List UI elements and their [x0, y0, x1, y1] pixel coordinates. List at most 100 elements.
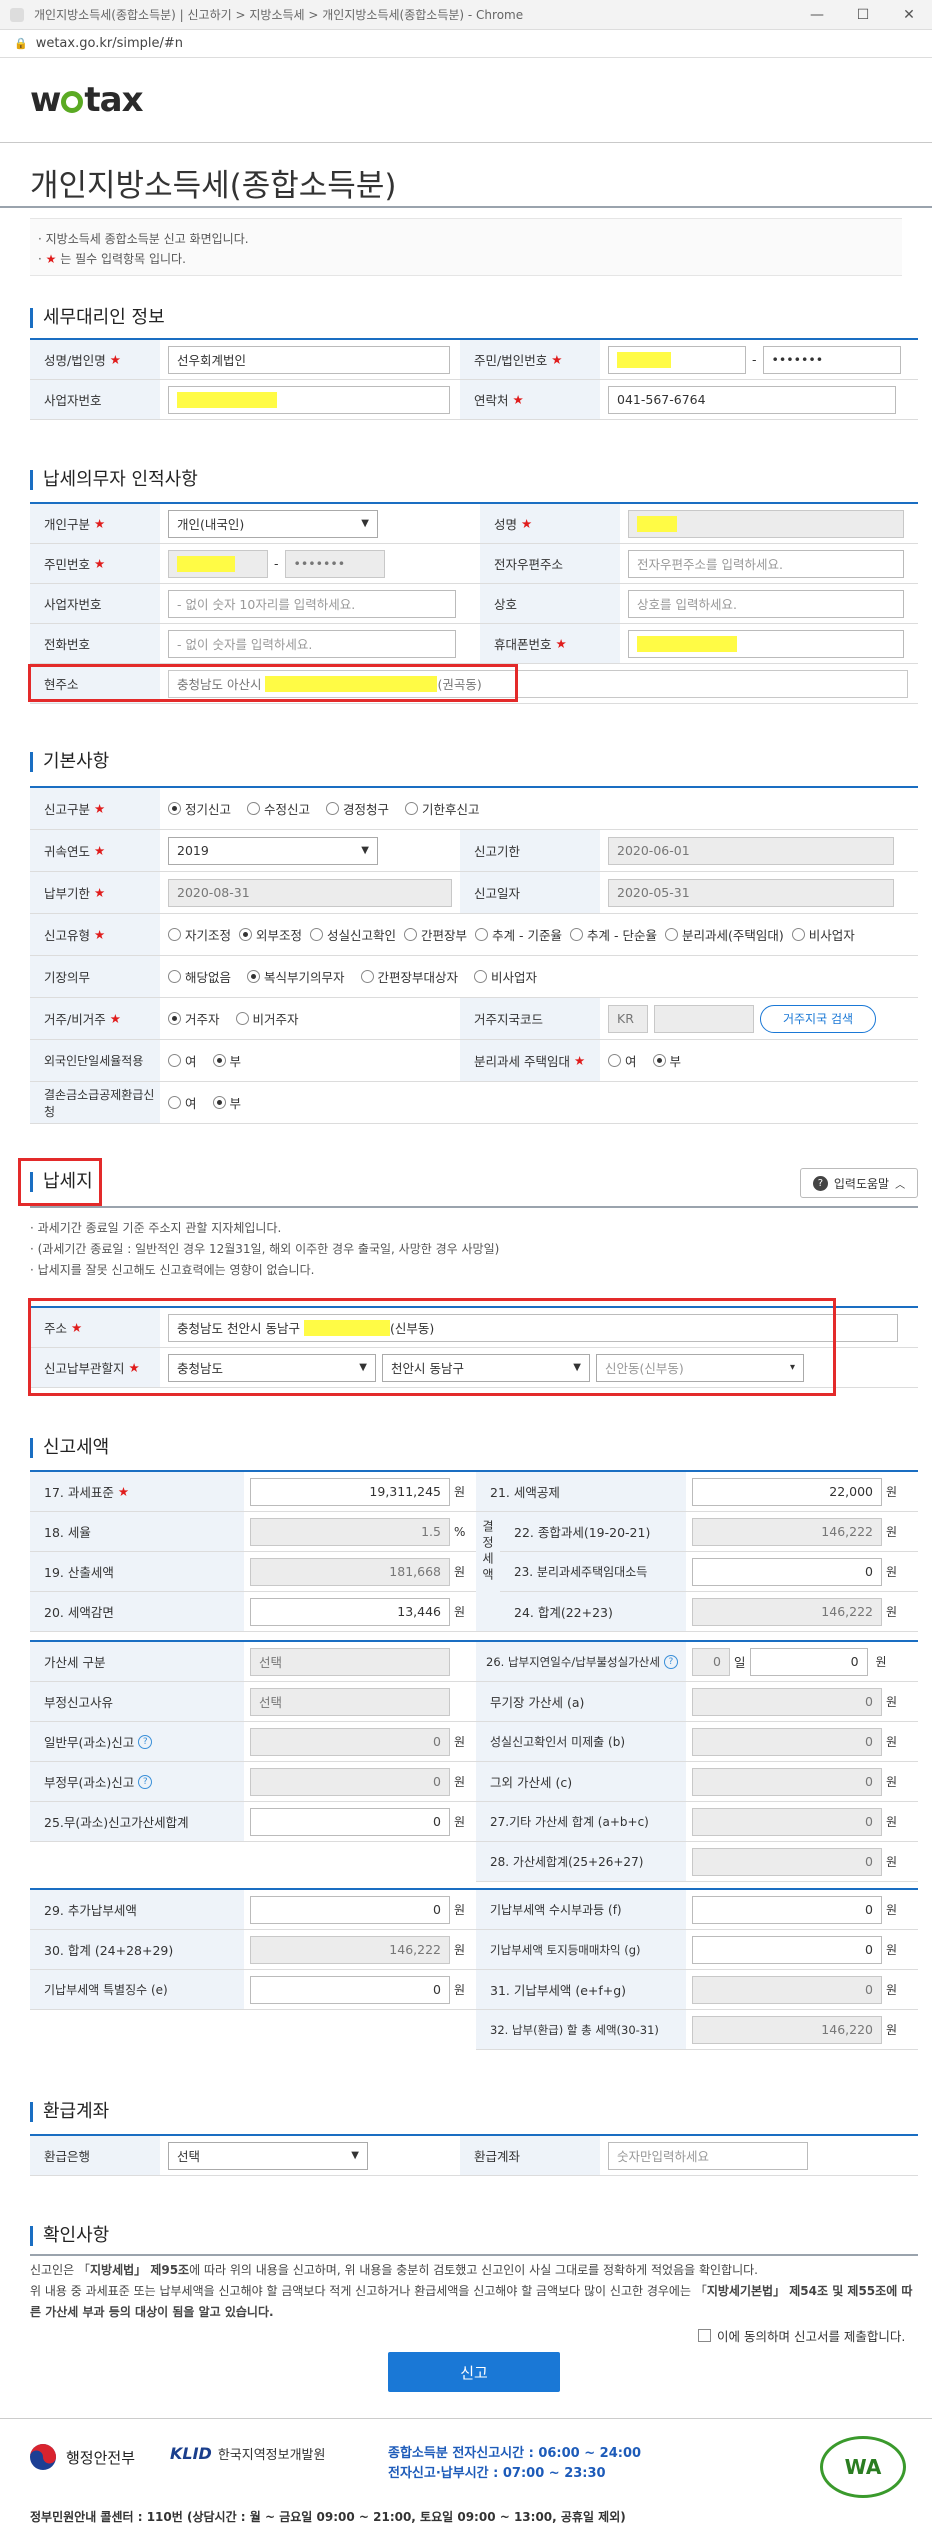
input-17[interactable]: 19,311,245	[250, 1477, 450, 1506]
pay-deadline-label: 납부기한 ★	[30, 872, 160, 913]
radio-kind-est-simple[interactable]: 추계 - 단순율	[570, 925, 657, 944]
radio-kind-est-base[interactable]: 추계 - 기준율	[475, 925, 562, 944]
taxpayer-type-label: 개인구분 ★	[30, 504, 160, 543]
service-hours: 종합소득분 전자신고시간 : 06:00 ~ 24:00 전자신고·납부시간 :…	[388, 2446, 642, 2481]
rent-sep-label: 분리과세 주택임대 ★	[460, 1040, 600, 1081]
agent-rrn-front-input[interactable]	[608, 345, 746, 374]
radio-foreign-no[interactable]: 부	[212, 1051, 241, 1070]
ministry-logo: 행정안전부	[28, 2442, 135, 2472]
address-bar[interactable]: 🔒 wetax.go.kr/simple/#n	[0, 30, 932, 58]
input-29[interactable]: 0	[250, 1895, 450, 1924]
masked-value	[637, 515, 677, 532]
input-22: 146,222	[692, 1517, 882, 1546]
agent-name-label: 성명/법인명 ★	[30, 340, 160, 379]
input-prepaid-f[interactable]: 0	[692, 1895, 882, 1924]
label-30: 30. 합계 (24+28+29)	[30, 1930, 244, 1969]
radio-book-nonbiz[interactable]: 비사업자	[474, 967, 537, 986]
taxpayer-type-select[interactable]: 개인(내국인) ▼	[168, 509, 378, 538]
radio-resident[interactable]: 거주자	[168, 1009, 220, 1028]
submit-button[interactable]: 신고	[388, 2352, 560, 2392]
klid-logo: KLID 한국지역정보개발원	[170, 2444, 326, 2463]
agent-name-input[interactable]: 선우회계법인	[168, 345, 450, 374]
question-icon: ?	[812, 1175, 828, 1191]
radio-book-none[interactable]: 해당없음	[168, 967, 231, 986]
wetax-logo[interactable]: w tax	[30, 80, 144, 120]
maximize-icon[interactable]: ☐	[840, 0, 886, 30]
radio-correction[interactable]: 경정청구	[326, 799, 389, 818]
radio-book-simple[interactable]: 간편장부대상자	[360, 967, 458, 986]
web-accessibility-badge: WA	[820, 2436, 906, 2498]
input-18: 1.5	[250, 1517, 450, 1546]
lock-icon: 🔒	[14, 37, 28, 50]
report-date-label: 신고일자	[460, 872, 600, 913]
radio-kind-external[interactable]: 외부조정	[239, 925, 302, 944]
amount-grid: 17. 과세표준 ★ 19,311,245 원 18. 세율 1.5% 19. 산출세…	[30, 1470, 918, 2050]
taxpayer-biz-input[interactable]: - 없이 숫자 10자리를 입력하세요.	[168, 589, 456, 618]
taxpayer-email-label: 전자우편주소	[480, 544, 620, 583]
radio-nonresident[interactable]: 비거주자	[235, 1009, 299, 1028]
agree-checkbox[interactable]: 이에 동의하며 신고서를 제출합니다.	[698, 2326, 905, 2345]
page-title: 개인지방소득세(종합소득분)	[30, 168, 397, 204]
radio-kind-self[interactable]: 자기조정	[168, 925, 231, 944]
radio-rent-yes[interactable]: 여	[608, 1051, 637, 1070]
input-20[interactable]: 13,446	[250, 1597, 450, 1626]
taxpayer-trade-input[interactable]: 상호를 입력하세요.	[628, 589, 904, 618]
section-title-amount: 신고세액	[30, 1438, 109, 1458]
taxpayer-rrn-back-input: •••••••	[284, 549, 385, 578]
label-20: 20. 세액감면	[30, 1592, 244, 1631]
input-25[interactable]: 0	[250, 1807, 450, 1836]
radio-foreign-yes[interactable]: 여	[168, 1051, 197, 1070]
section-title-agent: 세무대리인 정보	[30, 308, 165, 328]
radio-late[interactable]: 기한후신고	[405, 799, 480, 818]
radio-kind-simple[interactable]: 간편장부	[404, 925, 467, 944]
notice-box: · 지방소득세 종합소득분 신고 화면입니다. · ★ 는 필수 입력항목 입니…	[30, 218, 902, 276]
notice-line-2: · ★ 는 필수 입력항목 입니다.	[38, 252, 186, 266]
input-help-button[interactable]: ? 입력도움말 ︿	[800, 1168, 918, 1198]
deadline-label: 신고기한	[460, 830, 600, 871]
refund-bank-select[interactable]: 선택 ▼	[168, 2141, 368, 2170]
radio-regular[interactable]: 정기신고	[168, 799, 231, 818]
radio-rent-no[interactable]: 부	[652, 1051, 681, 1070]
input-fraud-nonreport: 0	[250, 1767, 450, 1796]
radio-kind-nonbiz[interactable]: 비사업자	[791, 925, 855, 944]
radio-kind-faithful[interactable]: 성실신고확인	[310, 925, 396, 944]
radio-amended[interactable]: 수정신고	[247, 799, 310, 818]
taxpayer-email-input[interactable]: 전자우편주소를 입력하세요.	[628, 549, 904, 578]
fraud-reason-select[interactable]: 선택	[250, 1687, 450, 1716]
header-divider	[0, 142, 932, 143]
input-prepaid-e[interactable]: 0	[250, 1975, 450, 2004]
radio-carryback-yes[interactable]: 여	[168, 1093, 197, 1112]
input-21[interactable]: 22,000	[692, 1477, 882, 1506]
year-select[interactable]: 2019 ▼	[168, 836, 378, 865]
input-23[interactable]: 0	[692, 1557, 882, 1586]
minimize-icon[interactable]: —	[794, 0, 840, 30]
agent-biz-input[interactable]	[168, 385, 450, 414]
label-26: 26. 납부지연일수/납부불성실가산세?	[476, 1642, 686, 1681]
deadline-input: 2020-06-01	[608, 836, 894, 865]
penalty-type-select[interactable]: 선택	[250, 1647, 450, 1676]
loss-carryback-label: 결손금소급공제환급신청	[30, 1082, 160, 1123]
agent-rrn-back-input[interactable]: •••••••	[762, 345, 901, 374]
input-26-amount[interactable]: 0	[749, 1647, 868, 1676]
taxpayer-tel-input[interactable]: - 없이 숫자를 입력하세요.	[168, 629, 456, 658]
radio-book-double[interactable]: 복식부기의무자	[247, 967, 345, 986]
page-favicon-icon	[10, 7, 24, 22]
refund-account-input[interactable]: 숫자만입력하세요	[608, 2141, 808, 2170]
confirm-text: 신고인은 「지방세법」 제95조에 따라 위의 내용을 신고하며, 위 내용을 …	[30, 2263, 913, 2319]
label-27: 27.기타 가산세 합계 (a+b+c)	[476, 1802, 686, 1841]
agent-phone-input[interactable]: 041-567-6764	[608, 385, 896, 414]
input-31: 0	[692, 1975, 882, 2004]
window-title: 개인지방소득세(종합소득분) | 신고하기 > 지방소득세 > 개인지방소득세(…	[34, 8, 524, 22]
radio-kind-rent[interactable]: 분리과세(주택임대)	[665, 925, 784, 944]
taegeuk-icon	[30, 2444, 56, 2470]
radio-carryback-no[interactable]: 부	[212, 1093, 241, 1112]
taxpayer-name-label: 성명 ★	[480, 504, 620, 543]
close-icon[interactable]: ✕	[886, 0, 932, 30]
label-nobook: 무기장 가산세 (a)	[476, 1682, 686, 1721]
country-search-button[interactable]: 거주지국 검색	[760, 1004, 876, 1033]
taxpayer-mobile-input[interactable]	[628, 629, 904, 658]
input-prepaid-g[interactable]: 0	[692, 1935, 882, 1964]
label-cert: 성실신고확인서 미제출 (b)	[476, 1722, 686, 1761]
checkbox-icon[interactable]	[698, 2329, 711, 2342]
browser-titlebar: 개인지방소득세(종합소득분) | 신고하기 > 지방소득세 > 개인지방소득세(…	[0, 0, 932, 30]
